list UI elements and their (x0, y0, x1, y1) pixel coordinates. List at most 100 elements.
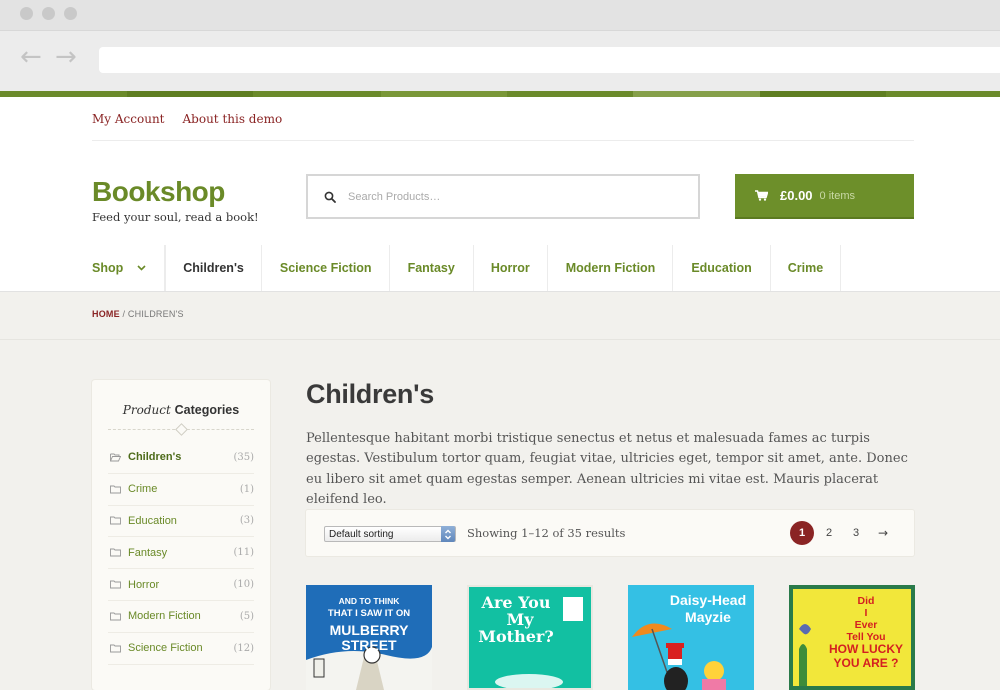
widget-title-italic: Product (122, 403, 171, 417)
category-name: Education (128, 514, 177, 527)
nav-item-label: Shop (92, 261, 124, 275)
category-name: Fantasy (128, 546, 168, 559)
window-minimize-dot[interactable] (42, 7, 55, 20)
nav-item-education[interactable]: Education (673, 245, 771, 291)
folder-icon (110, 612, 121, 621)
secondary-navigation: My Account About this demo (92, 112, 282, 126)
result-count: Showing 1–12 of 35 results (467, 526, 626, 540)
page-2-link[interactable]: 2 (817, 521, 841, 545)
widget-title-bold: Categories (174, 403, 240, 417)
nav-item-label: Education (691, 261, 752, 275)
diamond-ornament-icon (175, 423, 188, 436)
sorting-select[interactable]: Default sorting (324, 526, 456, 542)
category-item-education[interactable]: Education (3) (108, 506, 254, 538)
category-item-science-fiction[interactable]: Science Fiction (12) (108, 633, 254, 665)
product-cover-daisy-head-mayzie[interactable]: Daisy-Head Mayzie (628, 585, 754, 690)
window-controls (20, 7, 77, 20)
site-header: My Account About this demo Bookshop Feed… (0, 97, 1000, 292)
shop-toolbar: Default sorting Showing 1–12 of 35 resul… (306, 510, 914, 556)
category-count: (10) (233, 579, 254, 591)
browser-chrome: ← → (0, 0, 1000, 91)
category-count: (11) (233, 547, 254, 559)
my-account-link[interactable]: My Account (92, 112, 165, 126)
cover-line: Mayzie (685, 608, 731, 625)
category-item-modern-fiction[interactable]: Modern Fiction (5) (108, 601, 254, 633)
category-name: Modern Fiction (128, 610, 201, 623)
nav-item-modern-fiction[interactable]: Modern Fiction (548, 245, 674, 291)
cover-line: Ever (854, 619, 878, 632)
search-input[interactable] (348, 190, 668, 203)
nav-item-label: Crime (787, 261, 824, 275)
select-arrows-icon (441, 526, 455, 542)
nav-item-shop[interactable]: Shop (92, 245, 166, 291)
nav-item-science-fiction[interactable]: Science Fiction (262, 245, 390, 291)
folder-icon (110, 644, 121, 653)
cover-line: I (864, 607, 868, 620)
product-categories-widget: Product Categories Children's (35) Crime… (92, 380, 270, 690)
cart-icon (755, 190, 768, 201)
cover-line: YOU ARE ? (833, 656, 899, 671)
cover-line: AND TO THINK (338, 596, 400, 606)
primary-navigation: Shop Children's Science Fiction Fantasy … (92, 245, 842, 291)
nav-item-childrens[interactable]: Children's (165, 245, 262, 291)
cart-item-count: 0 items (819, 189, 856, 202)
folder-icon (110, 517, 121, 525)
category-name: Children's (128, 451, 182, 464)
cart-amount: £0.00 (780, 188, 813, 203)
site-tagline: Feed your soul, read a book! (92, 210, 259, 224)
category-item-childrens[interactable]: Children's (35) (108, 442, 254, 474)
page-title: Children's (306, 379, 434, 409)
cover-line: MULBERRY STREET (329, 621, 409, 653)
open-folder-icon (110, 453, 121, 462)
folder-icon (110, 548, 121, 557)
nav-item-label: Horror (490, 261, 530, 275)
category-count: (5) (239, 610, 254, 622)
category-count: (35) (233, 451, 254, 463)
product-cover-how-lucky-you-are[interactable]: Did I Ever Tell You HOW LUCKY YOU ARE ? (789, 585, 915, 690)
address-bar[interactable] (99, 47, 1000, 73)
page-1-link[interactable]: 1 (790, 521, 814, 545)
about-demo-link[interactable]: About this demo (183, 112, 283, 126)
nav-item-label: Fantasy (407, 261, 455, 275)
category-item-fantasy[interactable]: Fantasy (11) (108, 537, 254, 570)
category-item-horror[interactable]: Horror (10) (108, 569, 254, 601)
sorting-selected-value: Default sorting (329, 528, 394, 540)
window-close-dot[interactable] (20, 7, 33, 20)
category-name: Crime (128, 483, 158, 496)
cover-title: Daisy-Head Mayzie (662, 593, 754, 624)
divider (0, 339, 1000, 340)
site-title[interactable]: Bookshop (92, 176, 225, 208)
folder-icon (110, 580, 121, 589)
product-cover-are-you-my-mother[interactable]: Are You My Mother? (467, 585, 593, 690)
cover-line: HOW LUCKY (829, 642, 903, 657)
nav-item-crime[interactable]: Crime (771, 245, 842, 291)
next-page-link[interactable]: → (871, 521, 895, 545)
nav-item-label: Modern Fiction (565, 261, 656, 275)
nav-item-horror[interactable]: Horror (474, 245, 548, 291)
breadcrumb: HOME / CHILDREN'S (92, 309, 184, 319)
cover-line: Did (857, 595, 875, 607)
category-count: (1) (239, 483, 254, 495)
category-list: Children's (35) Crime (1) Education (3) … (108, 442, 254, 665)
product-cover-mulberry-street[interactable]: AND TO THINK THAT I SAW IT ON MULBERRY S… (306, 585, 432, 690)
nav-item-label: Children's (183, 261, 244, 275)
search-icon (324, 191, 336, 203)
page-3-link[interactable]: 3 (844, 521, 868, 545)
breadcrumb-separator: / (119, 309, 128, 319)
category-count: (12) (233, 642, 254, 654)
forward-arrow-icon[interactable]: → (55, 44, 77, 70)
back-arrow-icon[interactable]: ← (20, 44, 42, 70)
category-description: Pellentesque habitant morbi tristique se… (306, 431, 908, 507)
category-name: Science Fiction (128, 642, 203, 655)
category-name: Horror (128, 578, 160, 591)
breadcrumb-home-link[interactable]: HOME (92, 309, 120, 319)
nav-item-fantasy[interactable]: Fantasy (390, 245, 474, 291)
cart-button[interactable]: £0.00 0 items (735, 174, 914, 219)
product-search (306, 174, 700, 219)
widget-title: Product Categories (92, 403, 270, 417)
window-zoom-dot[interactable] (64, 7, 77, 20)
nav-item-label: Science Fiction (279, 261, 372, 275)
category-item-crime[interactable]: Crime (1) (108, 474, 254, 506)
folder-icon (110, 485, 121, 494)
cover-title: Are You My Mother? (471, 594, 561, 645)
